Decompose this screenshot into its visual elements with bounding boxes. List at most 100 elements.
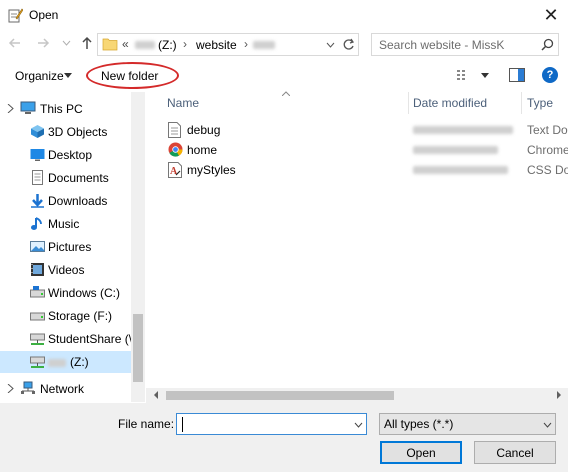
music-icon xyxy=(30,216,45,231)
address-separator[interactable]: › xyxy=(183,37,187,51)
preview-pane-icon[interactable] xyxy=(509,68,525,82)
file-type: CSS Doc xyxy=(527,163,568,177)
organize-button[interactable]: Organize xyxy=(15,69,64,83)
search-placeholder[interactable]: Search website - MissK xyxy=(379,38,504,52)
sidebar-item-this-pc[interactable]: This PC xyxy=(0,98,131,120)
sidebar-item-videos[interactable]: Videos xyxy=(0,259,131,281)
sidebar-item-label: Downloads xyxy=(48,194,108,208)
sidebar-item-music[interactable]: Music xyxy=(0,213,131,235)
file-row[interactable]: A myStyles CSS Doc xyxy=(152,160,568,180)
sidebar-item-z-drive[interactable]: (Z:) xyxy=(0,351,131,373)
title-bar: Open ✕ xyxy=(0,0,568,30)
drive-label[interactable]: (Z:) xyxy=(158,38,177,52)
chrome-icon xyxy=(168,142,183,158)
pictures-icon xyxy=(30,239,45,254)
address-overflow[interactable]: « xyxy=(122,37,129,51)
navigation-scrollbar-thumb[interactable] xyxy=(133,314,143,382)
sidebar-item-label: This PC xyxy=(40,102,83,116)
filetype-dropdown-icon[interactable] xyxy=(543,422,552,428)
network-drive-icon xyxy=(30,354,45,369)
pc-icon xyxy=(20,101,36,116)
sidebar-item-3d-objects[interactable]: 3D Objects xyxy=(0,121,131,143)
column-header-type[interactable]: Type xyxy=(527,96,553,110)
date-blurred xyxy=(413,166,508,174)
column-header-date[interactable]: Date modified xyxy=(413,96,487,110)
date-blurred xyxy=(413,146,498,154)
new-folder-button[interactable]: New folder xyxy=(101,69,158,83)
help-icon[interactable]: ? xyxy=(542,67,558,83)
filename-label: File name: xyxy=(118,417,175,431)
desktop-icon xyxy=(30,147,45,162)
subfolder-blurred xyxy=(253,41,275,49)
sidebar-item-label: Storage (F:) xyxy=(48,309,113,323)
sidebar-item-desktop[interactable]: Desktop xyxy=(0,144,131,166)
file-list-scrollbar-thumb[interactable] xyxy=(166,391,394,400)
command-bar: Organize New folder ? xyxy=(0,61,568,90)
window-title: Open xyxy=(29,8,59,22)
cube-icon xyxy=(30,124,45,139)
open-button[interactable]: Open xyxy=(380,441,462,464)
file-row[interactable]: home Chrome xyxy=(152,140,568,160)
filetype-value[interactable]: All types (*.*) xyxy=(384,417,453,431)
videos-icon xyxy=(30,262,45,277)
sidebar-item-pictures[interactable]: Pictures xyxy=(0,236,131,258)
sidebar-item-documents[interactable]: Documents xyxy=(0,167,131,189)
sort-ascending-icon xyxy=(282,91,290,96)
search-icon[interactable] xyxy=(541,38,554,51)
cancel-button[interactable]: Cancel xyxy=(474,441,556,464)
sidebar-item-label: 3D Objects xyxy=(48,125,108,139)
navigation-pane: This PC 3D Objects Desktop Documents Dow… xyxy=(0,92,146,402)
up-arrow-icon[interactable] xyxy=(80,36,94,50)
css-file-icon: A xyxy=(168,162,183,178)
folder-separator[interactable]: › xyxy=(244,37,248,51)
sidebar-item-studentshare[interactable]: StudentShare (\\ xyxy=(0,328,135,350)
drive-icon xyxy=(30,308,45,323)
forward-arrow-icon[interactable] xyxy=(36,36,50,50)
filetype-select[interactable]: All types (*.*) xyxy=(379,413,556,435)
close-icon[interactable]: ✕ xyxy=(540,5,562,25)
address-bar[interactable]: « (Z:) › website › xyxy=(97,33,359,56)
sidebar-item-label: Windows (C:) xyxy=(48,286,121,300)
column-header-name[interactable]: Name xyxy=(167,96,199,110)
scroll-left-icon[interactable] xyxy=(153,391,159,399)
filename-dropdown-icon[interactable] xyxy=(354,422,363,428)
text-caret xyxy=(182,417,183,432)
sidebar-item-network[interactable]: Network xyxy=(0,378,131,400)
search-box[interactable]: Search website - MissK xyxy=(371,33,559,56)
recent-locations-chevron-icon[interactable] xyxy=(62,40,71,46)
view-options-icon[interactable] xyxy=(457,69,473,81)
file-name[interactable]: myStyles xyxy=(187,163,236,177)
drive-icon xyxy=(30,285,45,300)
column-divider[interactable] xyxy=(521,92,522,114)
network-icon xyxy=(20,381,35,396)
sidebar-item-label: (Z:) xyxy=(70,355,89,369)
expand-chevron-icon[interactable] xyxy=(7,104,14,113)
sidebar-item-label: StudentShare (\\ xyxy=(48,332,136,346)
back-arrow-icon[interactable] xyxy=(8,36,22,50)
sidebar-item-windows-c[interactable]: Windows (C:) xyxy=(0,282,131,304)
file-type: Chrome xyxy=(527,143,568,157)
view-chevron-icon[interactable] xyxy=(481,73,489,78)
text-file-icon xyxy=(168,122,183,138)
refresh-icon[interactable] xyxy=(342,38,355,51)
svg-text:A: A xyxy=(170,166,178,177)
expand-chevron-icon[interactable] xyxy=(7,384,14,393)
file-name[interactable]: debug xyxy=(187,123,220,137)
scroll-right-icon[interactable] xyxy=(556,391,562,399)
column-divider[interactable] xyxy=(408,92,409,114)
download-icon xyxy=(30,193,45,208)
sidebar-item-label: Documents xyxy=(48,171,109,185)
sidebar-item-downloads[interactable]: Downloads xyxy=(0,190,131,212)
address-dropdown-icon[interactable] xyxy=(326,42,335,48)
file-row[interactable]: debug Text Doc xyxy=(152,120,568,140)
drive-name-blurred xyxy=(48,359,66,367)
sidebar-item-label: Network xyxy=(40,382,85,396)
notepad-icon xyxy=(7,7,23,23)
organize-chevron-icon xyxy=(64,73,72,78)
sidebar-item-storage-f[interactable]: Storage (F:) xyxy=(0,305,131,327)
documents-icon xyxy=(30,170,45,185)
file-name[interactable]: home xyxy=(187,143,217,157)
filename-input[interactable] xyxy=(176,413,367,435)
current-folder[interactable]: website xyxy=(196,38,237,52)
file-type: Text Doc xyxy=(527,123,568,137)
